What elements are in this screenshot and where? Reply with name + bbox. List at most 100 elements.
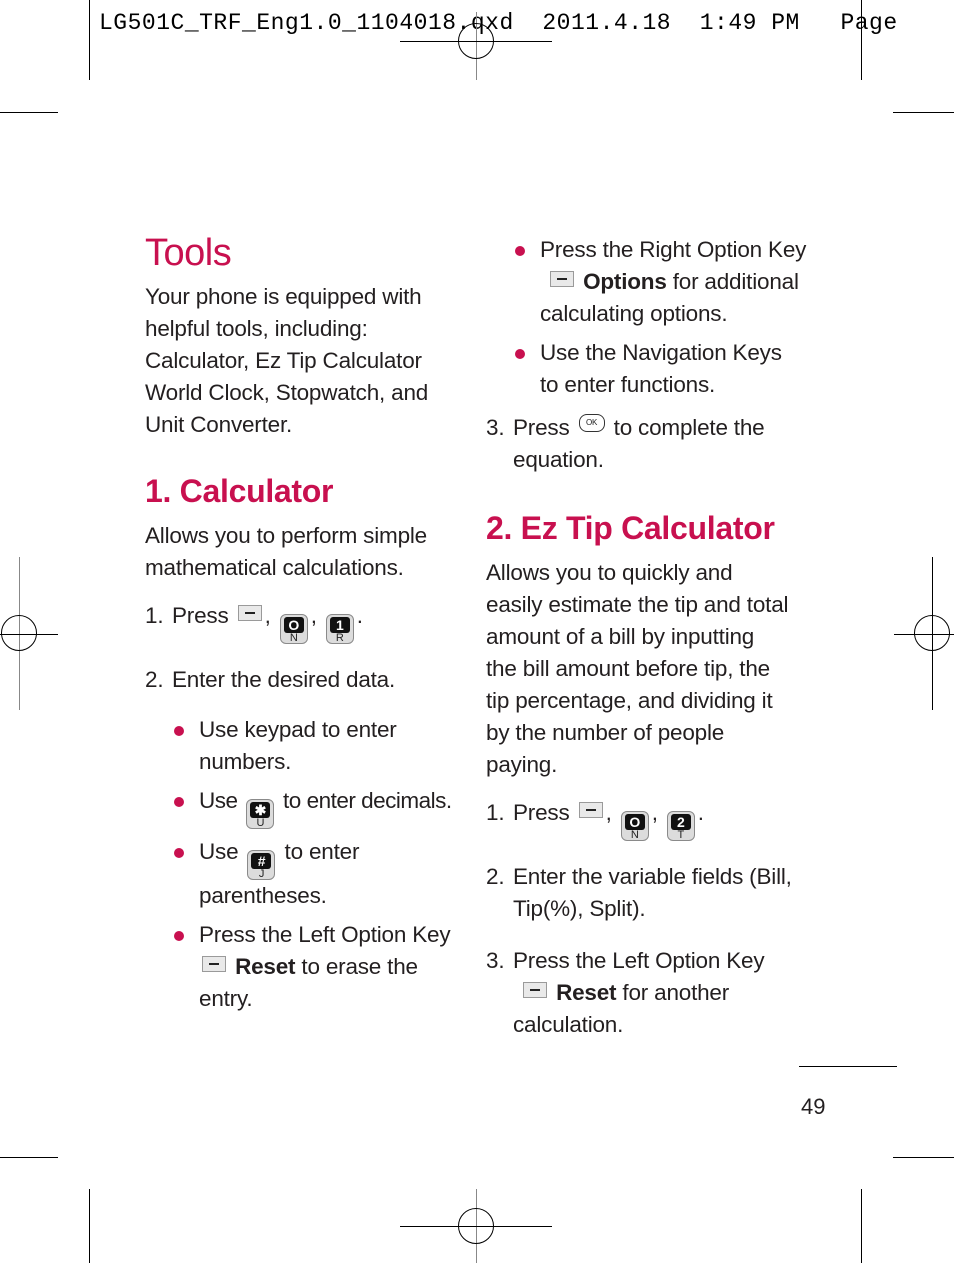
key-star-icon: ✱ U <box>246 799 275 829</box>
page-title: Tools <box>145 232 232 274</box>
registration-circle <box>914 615 950 651</box>
step-number: 3. <box>486 415 505 440</box>
desc-line: Allows you to quickly and <box>486 560 733 585</box>
calculator-step-3: 3. Press OK to complete the equation. <box>486 412 816 476</box>
calculator-bullets-continued: Press the Right Option Key Options for a… <box>513 234 816 401</box>
step-text: Enter the desired data. <box>172 667 396 692</box>
step-number: 1. <box>486 800 505 825</box>
bullet-line: Press the Right Option Key <box>540 237 807 262</box>
slug-time: 1:49 PM <box>699 10 800 36</box>
bullet-line: to enter functions. <box>540 372 716 397</box>
intro-line: helpful tools, including: <box>145 316 368 341</box>
bullet-line: calculating options. <box>540 301 728 326</box>
step-line: Press the Left Option Key <box>513 948 765 973</box>
bullet-text: Use <box>199 788 238 813</box>
right-column: Press the Right Option Key Options for a… <box>486 234 816 1041</box>
intro-line: Calculator, Ez Tip Calculator <box>145 348 422 373</box>
step-line: Tip(%), Split). <box>513 896 646 921</box>
step-text: Press <box>513 800 570 825</box>
right-soft-key-icon <box>550 271 574 287</box>
intro-line: Your phone is equipped with <box>145 284 422 309</box>
step-number: 2. <box>145 667 164 692</box>
intro-line: Unit Converter. <box>145 412 293 437</box>
desc-line: easily estimate the tip and total <box>486 592 789 617</box>
calculator-heading: 1. Calculator <box>145 473 334 509</box>
bullet-line: numbers. <box>199 749 292 774</box>
bullet-line: Use keypad to enter <box>199 717 397 742</box>
step-number: 3. <box>486 948 505 973</box>
key-2-icon: 2T <box>666 811 695 841</box>
bullet-item: Use ✱ U to enter decimals. <box>172 785 465 829</box>
step-line: calculation. <box>513 1012 624 1037</box>
crop-mark <box>893 1157 954 1159</box>
ez-tip-step-3: 3. Press the Left Option Key Reset for a… <box>486 945 816 1041</box>
bullet-item: Use # J to enter parentheses. <box>172 836 465 912</box>
slug-page: Page <box>840 10 898 36</box>
softkey-label: Options <box>583 269 667 294</box>
key-letter: U <box>256 817 265 829</box>
desc-line: the bill amount before tip, the <box>486 656 770 681</box>
left-soft-key-icon <box>578 802 603 818</box>
bullet-item: Press the Right Option Key Options for a… <box>513 234 816 330</box>
bullet-text: to enter <box>284 839 360 864</box>
softkey-label: Reset <box>235 954 296 979</box>
step-text: for another <box>622 980 730 1005</box>
desc-line: by the number of people <box>486 720 725 745</box>
bullet-text: to enter decimals. <box>283 788 452 813</box>
softkey-label: Reset <box>556 980 617 1005</box>
bullet-line: entry. <box>199 986 253 1011</box>
step-line: equation. <box>513 447 604 472</box>
desc-line: paying. <box>486 752 558 777</box>
step-number: 1. <box>145 603 164 628</box>
ez-tip-description: Allows you to quickly and easily estimat… <box>486 557 816 781</box>
bullet-line: Use the Navigation Keys <box>540 340 782 365</box>
calculator-bullets: Use keypad to enter numbers. Use ✱ U to e… <box>172 714 465 1015</box>
step-number: 2. <box>486 864 505 889</box>
intro-paragraph: Your phone is equipped with helpful tool… <box>145 281 465 441</box>
ez-tip-heading: 2. Ez Tip Calculator <box>486 510 775 546</box>
bullet-item: Use the Navigation Keys to enter functio… <box>513 337 816 401</box>
key-glyph: O <box>624 814 645 830</box>
key-0-icon: ON <box>279 614 308 644</box>
bullet-line: parentheses. <box>199 883 327 908</box>
bullet-text: for additional <box>672 269 799 294</box>
left-soft-key-icon <box>237 605 262 621</box>
crop-mark <box>893 112 954 114</box>
registration-circle <box>458 23 494 59</box>
bullet-text: Use <box>199 839 239 864</box>
ok-key-icon: OK <box>578 414 605 432</box>
crop-mark <box>89 0 91 80</box>
key-glyph: O <box>283 617 304 633</box>
key-letter: R <box>335 632 344 644</box>
key-glyph: 1 <box>329 617 350 633</box>
key-glyph: 2 <box>670 814 691 830</box>
key-letter: N <box>289 632 298 644</box>
key-0-icon: ON <box>620 811 649 841</box>
slug-date: 2011.4.18 <box>542 10 672 36</box>
registration-circle <box>1 615 37 651</box>
ez-tip-step-2: 2. Enter the variable fields (Bill, Tip(… <box>486 861 816 925</box>
calculator-step-1: 1. Press , ON, 1R. <box>145 600 465 644</box>
crop-mark <box>0 112 58 114</box>
slug-filename: LG501C_TRF_Eng1.0_1104018.qxd <box>99 10 514 36</box>
desc-line: amount of a bill by inputting <box>486 624 755 649</box>
intro-line: World Clock, Stopwatch, and <box>145 380 429 405</box>
left-soft-key-icon <box>523 982 547 998</box>
footer-rule <box>799 1066 897 1068</box>
crop-mark <box>89 1189 91 1263</box>
step-text: Press <box>172 603 229 628</box>
left-soft-key-icon <box>202 956 226 972</box>
page-number: 49 <box>801 1094 826 1119</box>
key-letter: T <box>677 829 685 841</box>
key-glyph: # <box>251 853 272 869</box>
key-hash-icon: # J <box>247 850 276 880</box>
bullet-text: to erase the <box>301 954 418 979</box>
desc-line: mathematical calculations. <box>145 555 404 580</box>
key-1-icon: 1R <box>325 614 354 644</box>
key-letter: N <box>630 829 639 841</box>
step-text: Press <box>513 415 570 440</box>
crop-mark <box>861 1189 863 1263</box>
desc-line: Allows you to perform simple <box>145 523 428 548</box>
step-line: Enter the variable fields (Bill, <box>513 864 792 889</box>
calculator-description: Allows you to perform simple mathematica… <box>145 520 465 584</box>
